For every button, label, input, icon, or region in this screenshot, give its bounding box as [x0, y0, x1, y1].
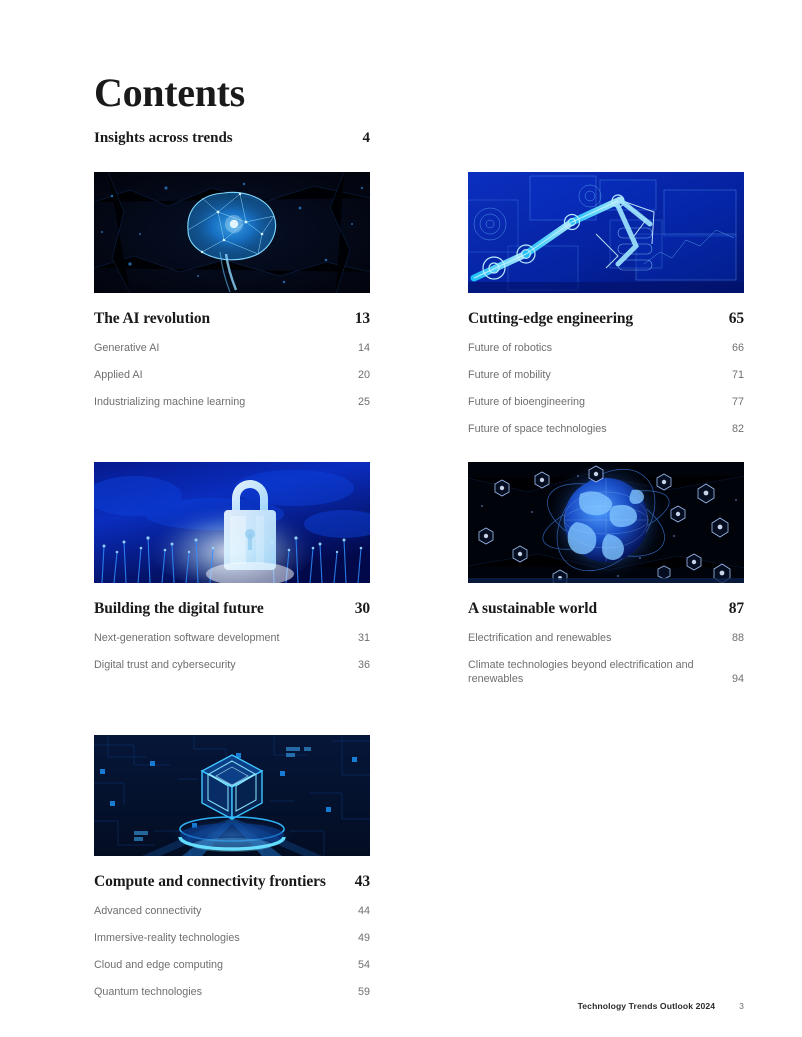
- toc-subitem[interactable]: Industrializing machine learning 25: [94, 389, 370, 416]
- subitem-label: Applied AI: [94, 368, 143, 381]
- toc-subitem[interactable]: Generative AI 14: [94, 334, 370, 361]
- toc-subitem[interactable]: Next-generation software development 31: [94, 624, 370, 651]
- subitem-page-number: 44: [357, 904, 370, 917]
- toc-section-sustainable-world: A sustainable world 87 Electrification a…: [468, 462, 744, 693]
- section-title: A sustainable world: [468, 600, 598, 617]
- subitem-page-number: 54: [357, 959, 370, 971]
- toc-section-cutting-edge-engineering: Cutting-edge engineering 65 Future of ro…: [468, 172, 744, 443]
- subitem-page-number: 66: [731, 341, 744, 354]
- toc-entry-label: Insights across trends: [94, 130, 233, 146]
- subitem-page-number: 25: [357, 396, 370, 408]
- subitem-label: Advanced connectivity: [94, 904, 202, 917]
- subitem-page-number: 20: [357, 368, 370, 381]
- toc-subitem[interactable]: Future of robotics 66: [468, 334, 744, 361]
- subitem-label: Future of robotics: [468, 341, 553, 354]
- section-items-list: Electrification and renewables 88 Climat…: [468, 624, 744, 693]
- toc-subitem[interactable]: Climate technologies beyond electrificat…: [468, 651, 744, 693]
- section-items-list: Advanced connectivity 44 Immersive-reali…: [94, 897, 370, 1006]
- section-items-list: Future of robotics 66 Future of mobility…: [468, 334, 744, 443]
- subitem-page-number: 49: [357, 931, 370, 944]
- subitem-label: Immersive-reality technologies: [94, 931, 240, 944]
- toc-subitem[interactable]: Future of bioengineering 77: [468, 389, 744, 416]
- toc-section-compute-connectivity-frontiers: Compute and connectivity frontiers 43 Ad…: [94, 735, 370, 1006]
- section-heading-sustainable-world[interactable]: A sustainable world 87: [468, 600, 744, 618]
- section-title: Compute and connectivity frontiers: [94, 873, 326, 890]
- toc-subitem[interactable]: Cloud and edge computing 54: [94, 952, 370, 979]
- subitem-page-number: 77: [731, 396, 744, 408]
- subitem-page-number: 59: [357, 986, 370, 999]
- subitem-label: Industrializing machine learning: [94, 396, 246, 408]
- section-title: Cutting-edge engineering: [468, 310, 634, 327]
- subitem-label: Electrification and renewables: [468, 631, 612, 644]
- toc-subitem[interactable]: Quantum technologies 59: [94, 979, 370, 1006]
- subitem-page-number: 94: [731, 673, 744, 685]
- ai-brain-network-thumbnail[interactable]: [94, 172, 370, 293]
- subitem-label: Cloud and edge computing: [94, 959, 224, 971]
- section-page-number: 87: [728, 600, 744, 617]
- section-heading-compute-connectivity-frontiers[interactable]: Compute and connectivity frontiers 43: [94, 873, 370, 891]
- toc-subitem[interactable]: Applied AI 20: [94, 361, 370, 388]
- page-footer: Technology Trends Outlook 2024 3: [578, 1001, 744, 1011]
- toc-subitem[interactable]: Digital trust and cybersecurity 36: [94, 651, 370, 678]
- subitem-page-number: 71: [731, 368, 744, 381]
- subitem-page-number: 36: [357, 658, 370, 671]
- section-page-number: 30: [354, 600, 370, 617]
- toc-subitem[interactable]: Future of space technologies 82: [468, 416, 744, 443]
- subitem-label: Future of bioengineering: [468, 396, 586, 408]
- toc-section-ai-revolution: The AI revolution 13 Generative AI 14 Ap…: [94, 172, 370, 416]
- section-heading-cutting-edge-engineering[interactable]: Cutting-edge engineering 65: [468, 310, 744, 328]
- page-title: Contents: [94, 69, 245, 115]
- subitem-page-number: 14: [357, 341, 370, 354]
- subitem-label: Future of mobility: [468, 368, 551, 381]
- digital-globe-sustainability-icons-thumbnail[interactable]: [468, 462, 744, 583]
- toc-subitem[interactable]: Electrification and renewables 88: [468, 624, 744, 651]
- section-heading-building-digital-future[interactable]: Building the digital future 30: [94, 600, 370, 618]
- subitem-page-number: 31: [357, 631, 370, 644]
- section-title: The AI revolution: [94, 310, 211, 327]
- section-page-number: 65: [728, 310, 744, 327]
- subitem-label: Future of space technologies: [468, 423, 607, 436]
- toc-section-building-digital-future: Building the digital future 30 Next-gene…: [94, 462, 370, 679]
- subitem-label: Generative AI: [94, 341, 160, 354]
- padlock-fiber-optic-thumbnail[interactable]: [94, 462, 370, 583]
- robotic-arm-hud-thumbnail[interactable]: [468, 172, 744, 293]
- section-page-number: 43: [354, 873, 370, 890]
- toc-subitem[interactable]: Advanced connectivity 44: [94, 897, 370, 924]
- subitem-label: Digital trust and cybersecurity: [94, 658, 236, 671]
- subitem-page-number: 82: [731, 423, 744, 436]
- toc-entry-insights-across-trends[interactable]: Insights across trends 4: [94, 130, 370, 147]
- section-page-number: 13: [354, 310, 370, 327]
- section-items-list: Generative AI 14 Applied AI 20 Industria…: [94, 334, 370, 416]
- contents-page: Contents Insights across trends 4 The AI…: [0, 0, 802, 1037]
- subitem-label: Next-generation software development: [94, 631, 280, 644]
- quantum-cube-circuit-thumbnail[interactable]: [94, 735, 370, 856]
- section-title: Building the digital future: [94, 600, 264, 617]
- footer-page-number: 3: [739, 1001, 744, 1011]
- section-items-list: Next-generation software development 31 …: [94, 624, 370, 679]
- toc-entry-page-number: 4: [362, 130, 371, 146]
- subitem-label: Climate technologies beyond electrificat…: [468, 658, 694, 685]
- toc-subitem[interactable]: Immersive-reality technologies 49: [94, 924, 370, 951]
- subitem-label: Quantum technologies: [94, 986, 203, 999]
- section-heading-ai-revolution[interactable]: The AI revolution 13: [94, 310, 370, 328]
- footer-publication-title: Technology Trends Outlook 2024: [577, 1001, 716, 1011]
- subitem-page-number: 88: [731, 631, 744, 644]
- toc-subitem[interactable]: Future of mobility 71: [468, 361, 744, 388]
